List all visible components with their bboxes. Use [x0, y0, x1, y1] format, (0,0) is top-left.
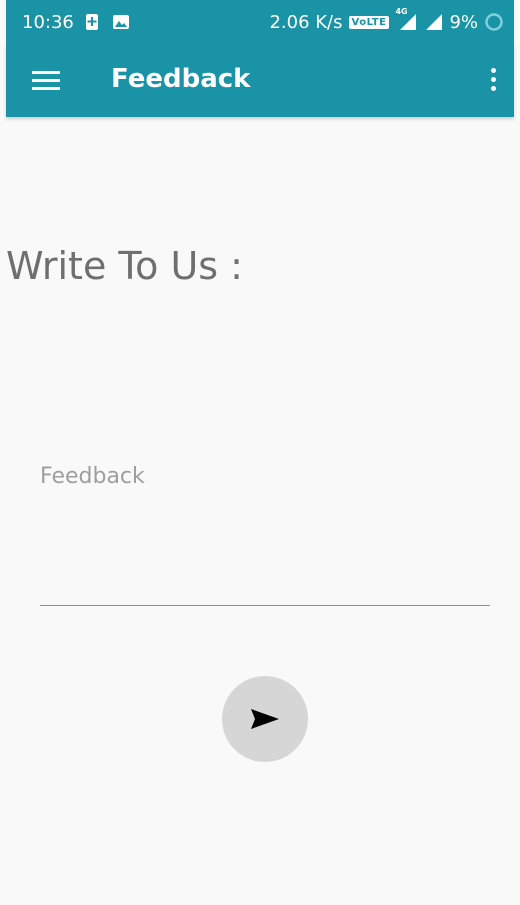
status-time: 10:36 — [22, 11, 74, 33]
volte-badge: VoLTE — [348, 15, 390, 29]
network-speed: 2.06 K/s — [269, 11, 343, 33]
battery-saver-icon — [84, 13, 100, 31]
app-bar-title: Feedback — [111, 64, 251, 94]
feedback-input[interactable] — [40, 460, 490, 606]
hamburger-menu-icon[interactable] — [32, 71, 60, 91]
feedback-field — [40, 460, 490, 610]
gallery-icon — [112, 14, 130, 30]
network-4g-signal-icon: 4G — [395, 7, 417, 31]
more-options-icon[interactable] — [488, 68, 498, 94]
send-icon — [249, 707, 281, 731]
battery-percent: 9% — [449, 11, 478, 33]
app-bar: Feedback — [6, 44, 514, 117]
send-button[interactable] — [222, 676, 308, 762]
signal-strength-icon — [423, 13, 443, 31]
page-heading: Write To Us : — [6, 244, 243, 288]
network-type-label: 4G — [395, 7, 408, 16]
status-bar: 10:36 2.06 K/s VoLTE 4G 9% — [6, 0, 514, 44]
battery-ring-icon — [484, 12, 504, 32]
